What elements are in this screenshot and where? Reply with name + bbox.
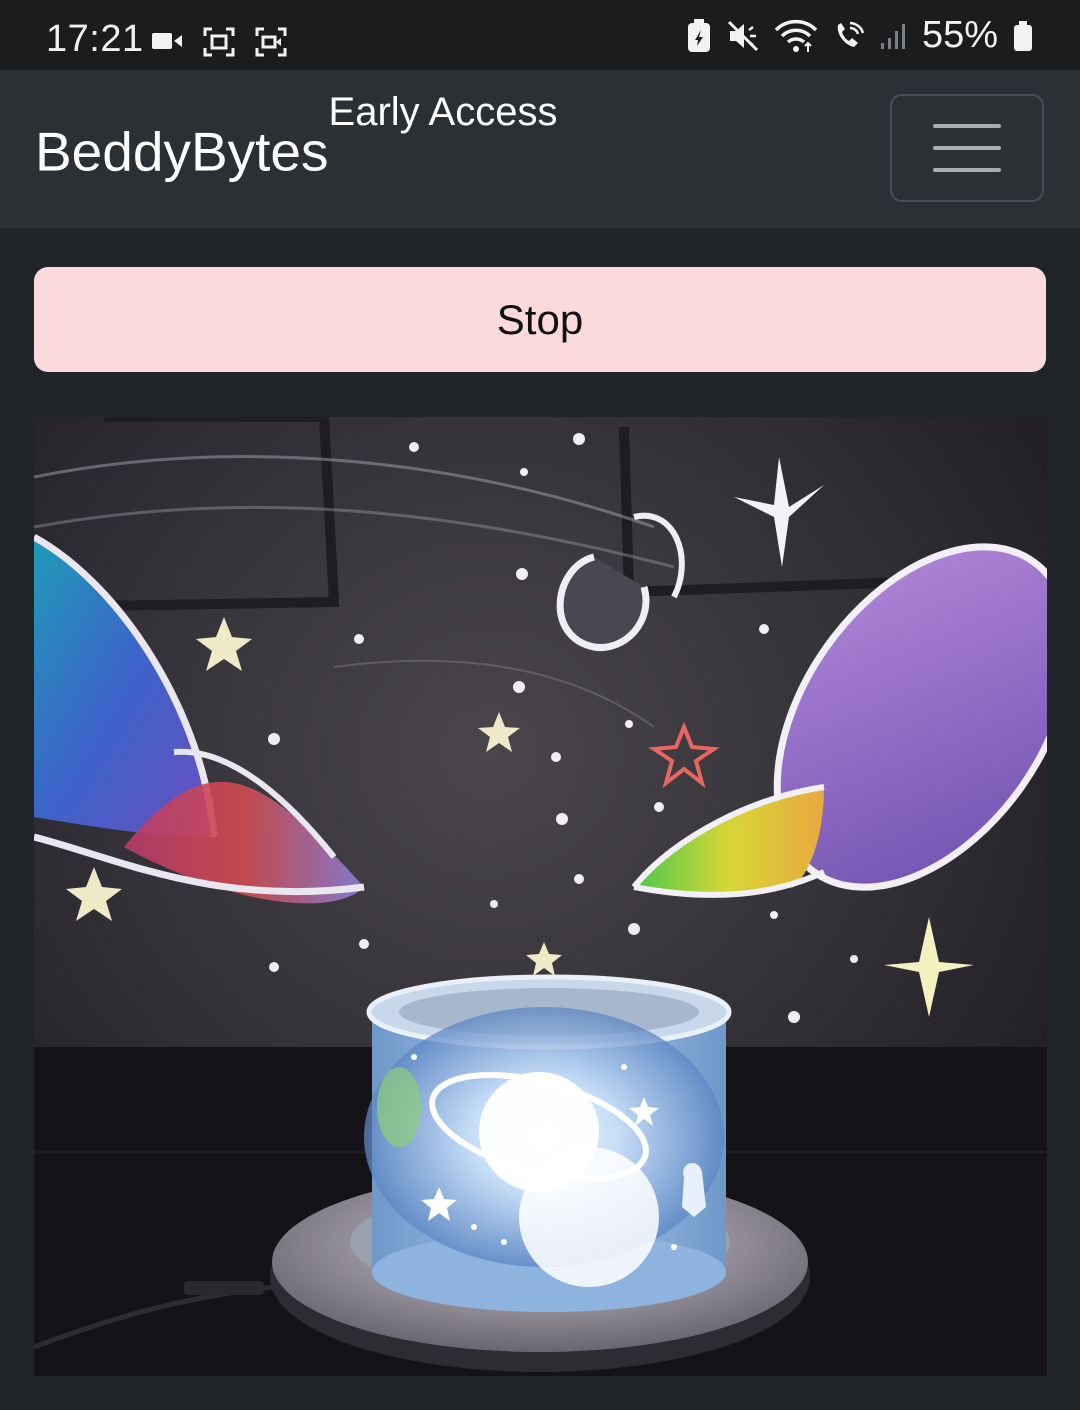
hamburger-menu-icon: [933, 122, 1001, 174]
screenshot-icon: [203, 27, 235, 57]
navbar-toggle-button[interactable]: [890, 94, 1044, 202]
status-right-icons: 55%: [686, 14, 1034, 57]
battery-icon: [1014, 20, 1032, 51]
brand-name: BeddyBytes: [35, 120, 329, 183]
night-light-projector-image: [34, 417, 1047, 1376]
wifi-calling-icon: [837, 21, 865, 47]
video-call-icon: [152, 33, 182, 49]
battery-saver-icon: [687, 18, 710, 52]
video-feed: [34, 417, 1047, 1376]
mute-icon: [727, 20, 758, 51]
stop-button[interactable]: Stop: [34, 267, 1046, 372]
status-time: 17:21: [46, 18, 144, 60]
wifi-icon: [774, 19, 818, 52]
signal-icon: [880, 23, 905, 49]
status-bar: 17:21 55%: [0, 0, 1080, 70]
screen-record-icon: [255, 27, 287, 57]
battery-percent: 55%: [921, 14, 998, 56]
brand-badge: Early Access: [328, 90, 558, 134]
status-left-icons: [150, 26, 288, 58]
brand-logo[interactable]: BeddyBytesEarly Access: [35, 92, 557, 183]
